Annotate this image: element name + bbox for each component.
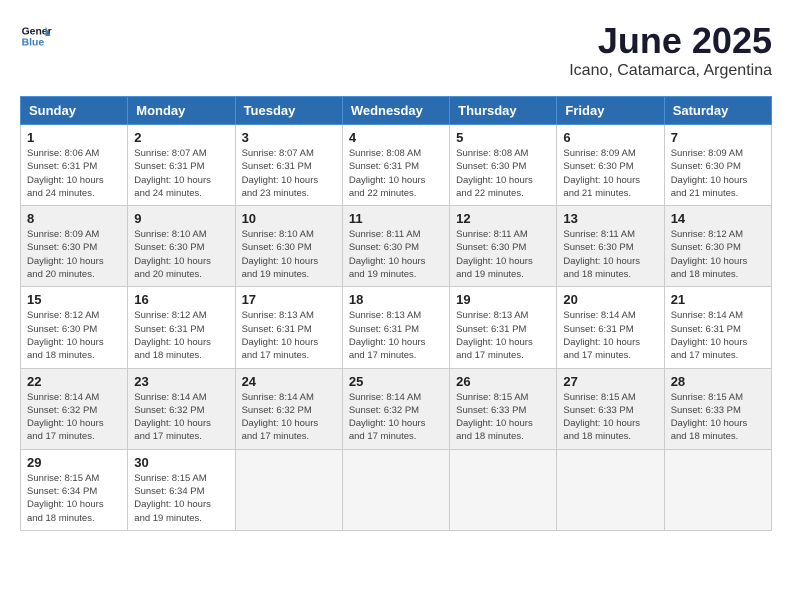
title-area: June 2025 Icano, Catamarca, Argentina <box>569 20 772 80</box>
table-row: 21Sunrise: 8:14 AMSunset: 6:31 PMDayligh… <box>664 287 771 368</box>
table-row: 3Sunrise: 8:07 AMSunset: 6:31 PMDaylight… <box>235 125 342 206</box>
header-monday: Monday <box>128 97 235 125</box>
table-row <box>450 449 557 530</box>
table-row: 22Sunrise: 8:14 AMSunset: 6:32 PMDayligh… <box>21 368 128 449</box>
header-thursday: Thursday <box>450 97 557 125</box>
table-row: 10Sunrise: 8:10 AMSunset: 6:30 PMDayligh… <box>235 206 342 287</box>
header-sunday: Sunday <box>21 97 128 125</box>
table-row: 19Sunrise: 8:13 AMSunset: 6:31 PMDayligh… <box>450 287 557 368</box>
table-row: 13Sunrise: 8:11 AMSunset: 6:30 PMDayligh… <box>557 206 664 287</box>
page-header: General Blue June 2025 Icano, Catamarca,… <box>20 20 772 80</box>
header-friday: Friday <box>557 97 664 125</box>
logo: General Blue <box>20 20 52 52</box>
table-row: 14Sunrise: 8:12 AMSunset: 6:30 PMDayligh… <box>664 206 771 287</box>
table-row: 16Sunrise: 8:12 AMSunset: 6:31 PMDayligh… <box>128 287 235 368</box>
svg-text:Blue: Blue <box>22 38 45 49</box>
logo-icon: General Blue <box>20 20 52 52</box>
table-row <box>342 449 449 530</box>
header-wednesday: Wednesday <box>342 97 449 125</box>
table-row: 25Sunrise: 8:14 AMSunset: 6:32 PMDayligh… <box>342 368 449 449</box>
calendar-title: June 2025 <box>569 20 772 62</box>
table-row: 9Sunrise: 8:10 AMSunset: 6:30 PMDaylight… <box>128 206 235 287</box>
table-row <box>557 449 664 530</box>
header-tuesday: Tuesday <box>235 97 342 125</box>
table-row <box>235 449 342 530</box>
table-row: 26Sunrise: 8:15 AMSunset: 6:33 PMDayligh… <box>450 368 557 449</box>
table-row: 7Sunrise: 8:09 AMSunset: 6:30 PMDaylight… <box>664 125 771 206</box>
table-row: 30Sunrise: 8:15 AMSunset: 6:34 PMDayligh… <box>128 449 235 530</box>
calendar-subtitle: Icano, Catamarca, Argentina <box>569 62 772 80</box>
table-row <box>664 449 771 530</box>
table-row: 11Sunrise: 8:11 AMSunset: 6:30 PMDayligh… <box>342 206 449 287</box>
table-row: 23Sunrise: 8:14 AMSunset: 6:32 PMDayligh… <box>128 368 235 449</box>
table-row: 29Sunrise: 8:15 AMSunset: 6:34 PMDayligh… <box>21 449 128 530</box>
table-row: 4Sunrise: 8:08 AMSunset: 6:31 PMDaylight… <box>342 125 449 206</box>
table-row: 2Sunrise: 8:07 AMSunset: 6:31 PMDaylight… <box>128 125 235 206</box>
table-row: 15Sunrise: 8:12 AMSunset: 6:30 PMDayligh… <box>21 287 128 368</box>
table-row: 27Sunrise: 8:15 AMSunset: 6:33 PMDayligh… <box>557 368 664 449</box>
table-row: 17Sunrise: 8:13 AMSunset: 6:31 PMDayligh… <box>235 287 342 368</box>
calendar-header-row: Sunday Monday Tuesday Wednesday Thursday… <box>21 97 772 125</box>
table-row: 5Sunrise: 8:08 AMSunset: 6:30 PMDaylight… <box>450 125 557 206</box>
table-row: 8Sunrise: 8:09 AMSunset: 6:30 PMDaylight… <box>21 206 128 287</box>
table-row: 18Sunrise: 8:13 AMSunset: 6:31 PMDayligh… <box>342 287 449 368</box>
table-row: 12Sunrise: 8:11 AMSunset: 6:30 PMDayligh… <box>450 206 557 287</box>
table-row: 20Sunrise: 8:14 AMSunset: 6:31 PMDayligh… <box>557 287 664 368</box>
table-row: 24Sunrise: 8:14 AMSunset: 6:32 PMDayligh… <box>235 368 342 449</box>
calendar-table: Sunday Monday Tuesday Wednesday Thursday… <box>20 96 772 531</box>
header-saturday: Saturday <box>664 97 771 125</box>
table-row: 28Sunrise: 8:15 AMSunset: 6:33 PMDayligh… <box>664 368 771 449</box>
table-row: 6Sunrise: 8:09 AMSunset: 6:30 PMDaylight… <box>557 125 664 206</box>
table-row: 1Sunrise: 8:06 AMSunset: 6:31 PMDaylight… <box>21 125 128 206</box>
